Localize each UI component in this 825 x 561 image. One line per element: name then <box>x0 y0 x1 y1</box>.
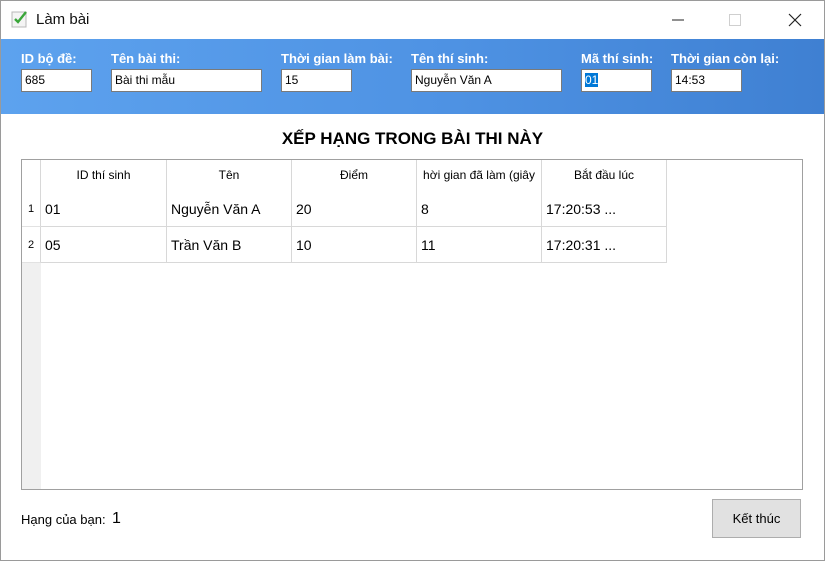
column-header-student-id[interactable]: ID thí sinh <box>41 160 167 191</box>
exam-info-header: ID bộ đề: 685 Tên bài thi: Bài thi mẫu T… <box>1 39 824 114</box>
window-title: Làm bài <box>36 11 90 28</box>
student-id-field[interactable]: 01 <box>581 69 652 92</box>
table-corner[interactable] <box>22 160 41 191</box>
time-left-field[interactable]: 14:53 <box>671 69 742 92</box>
table-cell-start-time[interactable]: 17:20:53 ... <box>542 191 667 227</box>
rank-label: Hạng của bạn: <box>21 512 106 527</box>
ranking-table[interactable]: ID thí sinh Tên Điểm hời gian đã làm (gi… <box>21 159 803 490</box>
student-name-field[interactable]: Nguyễn Văn A <box>411 69 562 92</box>
table-cell-score[interactable]: 20 <box>292 191 417 227</box>
student-id-label: Mã thí sinh: <box>581 51 654 66</box>
minimize-button[interactable] <box>654 1 702 38</box>
table-cell-name[interactable]: Trần Văn B <box>167 227 292 263</box>
row-number[interactable]: 2 <box>22 227 41 263</box>
table-cell-name[interactable]: Nguyễn Văn A <box>167 191 292 227</box>
duration-group: Thời gian làm bài: 15 <box>281 51 393 92</box>
app-icon <box>11 10 29 28</box>
column-header-time-spent[interactable]: hời gian đã làm (giây <box>417 160 542 191</box>
time-left-label: Thời gian còn lại: <box>671 51 780 66</box>
maximize-button[interactable] <box>711 1 759 38</box>
table-cell-student-id[interactable]: 01 <box>41 191 167 227</box>
exam-id-field[interactable]: 685 <box>21 69 92 92</box>
close-icon <box>788 13 802 26</box>
exam-name-label: Tên bài thi: <box>111 51 181 66</box>
column-header-start-time[interactable]: Bắt đầu lúc <box>542 160 667 191</box>
column-header-name[interactable]: Tên <box>167 160 292 191</box>
table-cell-time-spent[interactable]: 11 <box>417 227 542 263</box>
minimize-icon <box>672 19 684 20</box>
student-name-group: Tên thí sinh: Nguyễn Văn A <box>411 51 562 92</box>
duration-label: Thời gian làm bài: <box>281 51 393 66</box>
close-button[interactable] <box>771 1 819 38</box>
student-id-group: Mã thí sinh: 01 <box>581 51 654 92</box>
ranking-title: XẾP HẠNG TRONG BÀI THI NÀY <box>281 129 544 148</box>
student-name-label: Tên thí sinh: <box>411 51 489 66</box>
exam-name-group: Tên bài thi: Bài thi mẫu <box>111 51 262 92</box>
row-number[interactable]: 1 <box>22 191 41 227</box>
exam-name-field[interactable]: Bài thi mẫu <box>111 69 262 92</box>
finish-button[interactable]: Kết thúc <box>712 499 801 538</box>
exam-id-label: ID bộ đề: <box>21 51 77 66</box>
title-bar[interactable]: Làm bài <box>1 1 824 38</box>
student-id-value: 01 <box>585 73 599 87</box>
column-header-score[interactable]: Điểm <box>292 160 417 191</box>
table-cell-time-spent[interactable]: 8 <box>417 191 542 227</box>
table-cell-start-time[interactable]: 17:20:31 ... <box>542 227 667 263</box>
main-window: Làm bài ID bộ đề: 685 Tên bài thi: Bài t… <box>0 0 825 561</box>
duration-field[interactable]: 15 <box>281 69 352 92</box>
time-left-group: Thời gian còn lại: 14:53 <box>671 51 780 92</box>
rank-value: 1 <box>112 510 121 527</box>
table-cell-score[interactable]: 10 <box>292 227 417 263</box>
table-cell-student-id[interactable]: 05 <box>41 227 167 263</box>
exam-id-group: ID bộ đề: 685 <box>21 51 92 92</box>
maximize-icon <box>729 13 741 26</box>
